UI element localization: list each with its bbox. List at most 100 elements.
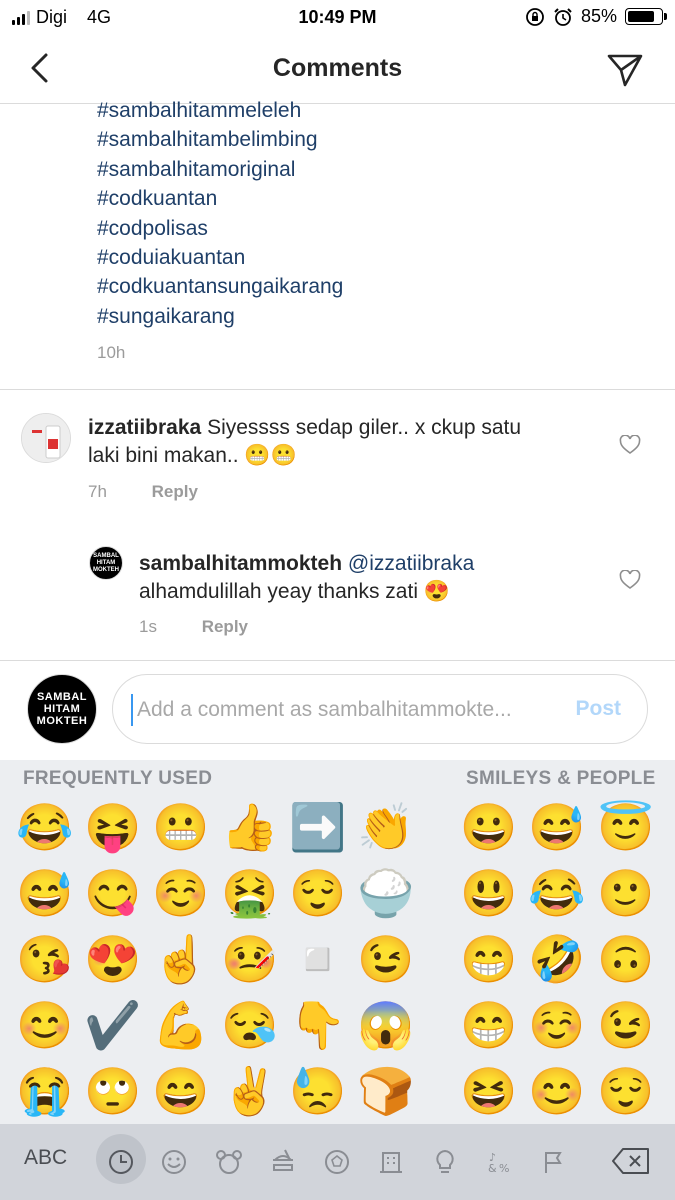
emoji-key[interactable]: 😆 [460,1064,517,1118]
comment-body: sambalhitammokteh @izzatiibraka alhamdul… [139,550,599,606]
mention-link[interactable]: @izzatiibraka [348,552,474,575]
flag-icon[interactable] [535,1144,571,1180]
section-header-smileys: SMILEYS & PEOPLE [466,768,656,789]
avatar-text: MOKTEH [36,715,88,727]
keyboard-bottom-bar: ABC ♪ % & [0,1124,675,1200]
emoji-key[interactable]: 👇 [289,998,346,1052]
emoji-key[interactable]: 🙃 [597,932,654,986]
post-button[interactable]: Post [575,697,621,721]
building-icon[interactable] [373,1144,409,1180]
comment: izzatiibraka Siyessss sedap giler.. x ck… [0,390,675,510]
emoji-key[interactable]: 😀 [460,800,517,854]
hashtag-link[interactable]: #codkuantan [97,184,343,213]
emoji-key[interactable]: 🙂 [597,866,654,920]
emoji-key[interactable]: 😉 [597,998,654,1052]
comment-body: izzatiibraka Siyessss sedap giler.. x ck… [88,414,598,470]
like-heart-icon[interactable] [619,570,641,590]
emoji-key[interactable]: 😍 [84,932,141,986]
svg-text:%: % [499,1162,509,1175]
emoji-key[interactable]: 😌 [597,1064,654,1118]
emoji-key[interactable]: 🤒 [221,932,278,986]
smiley-icon[interactable] [156,1144,192,1180]
backspace-icon[interactable] [611,1146,651,1176]
hashtag-link[interactable]: #sambalhitammeleleh [97,96,343,125]
emoji-key[interactable]: ☺️ [152,866,209,920]
emoji-key[interactable]: 😱 [357,998,414,1052]
emoji-key[interactable]: 😃 [460,866,517,920]
emoji-key[interactable]: 😭 [16,1064,73,1118]
emoji-key[interactable]: 👏 [357,800,414,854]
recent-clock-icon[interactable] [103,1144,139,1180]
status-right: 85% [525,6,667,27]
comment-text: alhamdulillah yeay thanks zati 😍 [139,580,450,603]
symbols-icon[interactable]: ♪ % & [481,1144,517,1180]
emoji-key[interactable]: 😬 [152,800,209,854]
emoji-grid: FREQUENTLY USED SMILEYS & PEOPLE 😂 😝 😬 👍 ➡️ 👏… [0,760,675,1124]
comment-meta: 1s Reply [139,617,248,637]
emoji-key[interactable]: ➡️ [289,800,346,854]
food-icon[interactable] [265,1144,301,1180]
divider [0,660,675,661]
avatar[interactable]: SAMBAL HITAM MOKTEH [89,546,123,580]
direct-send-icon[interactable] [605,50,645,90]
emoji-key[interactable]: 😌 [289,866,346,920]
like-heart-icon[interactable] [619,435,641,455]
emoji-key[interactable]: 🍞 [357,1064,414,1118]
battery-percent: 85% [580,6,617,26]
emoji-key[interactable]: 😂 [528,866,585,920]
comment-timestamp: 7h [88,482,107,501]
comment-text: Siyessss sedap giler.. x ckup satu [207,416,522,439]
emoji-keyboard: FREQUENTLY USED SMILEYS & PEOPLE 😂 😝 😬 👍 ➡️ 👏… [0,760,675,1200]
emoji-key[interactable]: 😘 [16,932,73,986]
animal-icon[interactable] [211,1144,247,1180]
emoji-key[interactable]: 🙄 [84,1064,141,1118]
lightbulb-icon[interactable] [427,1144,463,1180]
emoji-key[interactable]: 🤮 [221,866,278,920]
emoji-key[interactable]: 🍚 [357,866,414,920]
comment-username[interactable]: izzatiibraka [88,416,201,439]
emoji-key[interactable]: 😓 [289,1064,346,1118]
caption-hashtags: #sambalhitammeleleh #sambalhitambelimbing… [97,96,343,331]
emoji-key[interactable]: 😅 [16,866,73,920]
hashtag-link[interactable]: #coduiakuantan [97,243,343,272]
emoji-key[interactable]: 😄 [152,1064,209,1118]
emoji-key[interactable]: 😊 [16,998,73,1052]
emoji-key[interactable]: ✌️ [221,1064,278,1118]
emoji-key[interactable]: 😅 [528,800,585,854]
ball-icon[interactable] [319,1144,355,1180]
comment-input[interactable] [135,689,549,731]
emoji-key[interactable]: 💪 [152,998,209,1052]
avatar-text: HITAM [96,559,116,566]
hashtag-link[interactable]: #codpolisas [97,214,343,243]
emoji-key[interactable]: ☝️ [152,932,209,986]
comment-composer[interactable]: Post [112,674,648,744]
emoji-key[interactable]: 😪 [221,998,278,1052]
reply-button[interactable]: Reply [202,617,248,636]
emoji-key[interactable]: 😋 [84,866,141,920]
emoji-key[interactable]: 👍 [221,800,278,854]
reply-button[interactable]: Reply [152,482,198,501]
hashtag-link[interactable]: #sungaikarang [97,302,343,331]
hashtag-link[interactable]: #sambalhitambelimbing [97,125,343,154]
status-bar: Digi 4G 10:49 PM 85% [0,0,675,36]
section-header-frequent: FREQUENTLY USED [23,768,213,789]
comment-meta: 7h Reply [88,482,198,502]
emoji-key[interactable]: ☺️ [528,998,585,1052]
hashtag-link[interactable]: #codkuantansungaikarang [97,272,343,301]
emoji-key[interactable]: 😁 [460,998,517,1052]
avatar-text: HITAM [43,703,81,715]
comment-username[interactable]: sambalhitammokteh [139,552,342,575]
emoji-key[interactable]: ◽ [289,932,346,986]
emoji-key[interactable]: 😇 [597,800,654,854]
emoji-key[interactable]: 😝 [84,800,141,854]
emoji-key[interactable]: 😂 [16,800,73,854]
emoji-key[interactable]: 😁 [460,932,517,986]
current-user-avatar: SAMBAL HITAM MOKTEH [27,674,97,744]
emoji-key[interactable]: 😊 [528,1064,585,1118]
abc-key[interactable]: ABC [24,1146,67,1170]
emoji-key[interactable]: 🤣 [528,932,585,986]
emoji-key[interactable]: 😉 [357,932,414,986]
avatar[interactable] [21,413,71,463]
hashtag-link[interactable]: #sambalhitamoriginal [97,155,343,184]
emoji-key[interactable]: ✔️ [84,998,141,1052]
